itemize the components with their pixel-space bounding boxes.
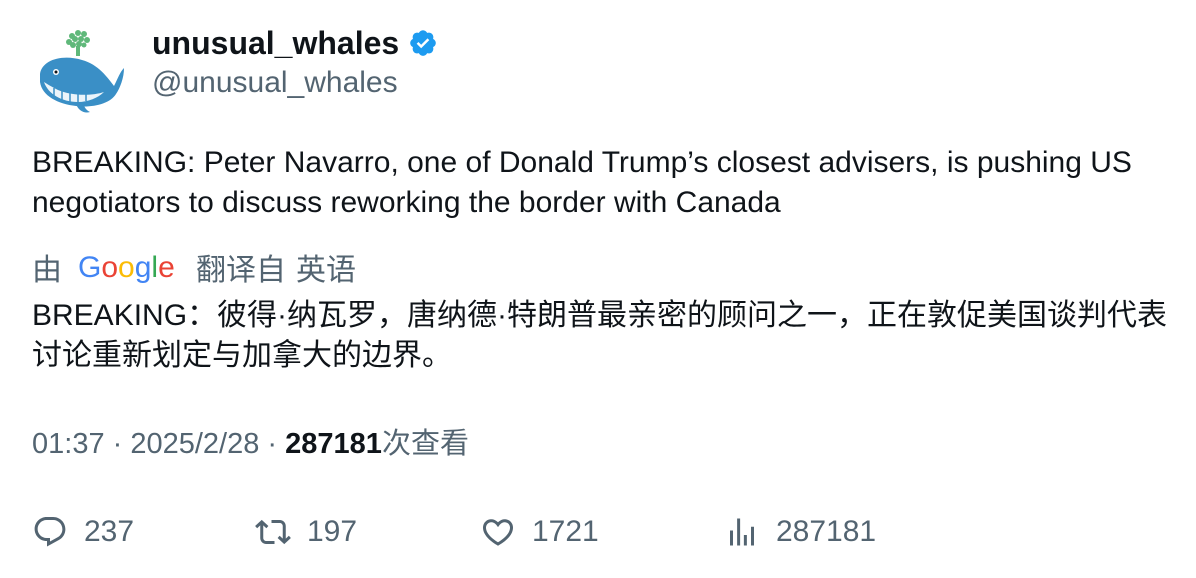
tweet-date[interactable]: 2025/2/28 [130, 424, 259, 464]
user-handle[interactable]: @unusual_whales [152, 63, 438, 103]
reply-count: 237 [84, 515, 135, 548]
like-button[interactable]: 1721 [480, 511, 599, 553]
views-count: 287181 [285, 428, 382, 460]
views-action-count: 287181 [776, 515, 877, 548]
translated-text: BREAKING：彼得·纳瓦罗，唐纳德·特朗普最亲密的顾问之一，正在敦促美国谈判… [32, 299, 1168, 372]
verified-badge-icon[interactable] [408, 28, 438, 58]
translation-attribution: 由 Google 翻译自 英语 [32, 247, 356, 287]
translated-from-label: 翻译自 [196, 254, 286, 287]
svg-text:Google: Google [78, 251, 175, 284]
tweet-header: unusual_whales @unusual_whales [32, 22, 438, 118]
reply-button[interactable]: 237 [32, 511, 134, 553]
like-icon [482, 519, 514, 546]
google-logo: Google [78, 247, 178, 287]
avatar[interactable] [32, 22, 128, 118]
retweet-icon [255, 519, 291, 545]
like-count: 1721 [532, 515, 599, 548]
retweet-count: 197 [307, 515, 358, 548]
meta-separator: · [259, 428, 286, 460]
tweet-text: BREAKING: Peter Navarro, one of Donald T… [32, 146, 1132, 219]
reply-icon [34, 517, 66, 547]
whale-avatar-icon [32, 22, 128, 118]
source-language: 英语 [296, 254, 356, 287]
translated-by-label: 由 [32, 254, 62, 287]
views-label: 次查看 [381, 428, 469, 460]
retweet-button[interactable]: 197 [255, 511, 357, 553]
tweet-time[interactable]: 01:37 [32, 424, 105, 464]
display-name[interactable]: unusual_whales [152, 24, 399, 62]
meta-separator: · [104, 428, 131, 460]
tweet-meta: 01:37 · 2025/2/28 · 287181 次查看 [32, 424, 469, 464]
views-button[interactable]: 287181 [724, 511, 876, 553]
views-icon [730, 518, 754, 546]
